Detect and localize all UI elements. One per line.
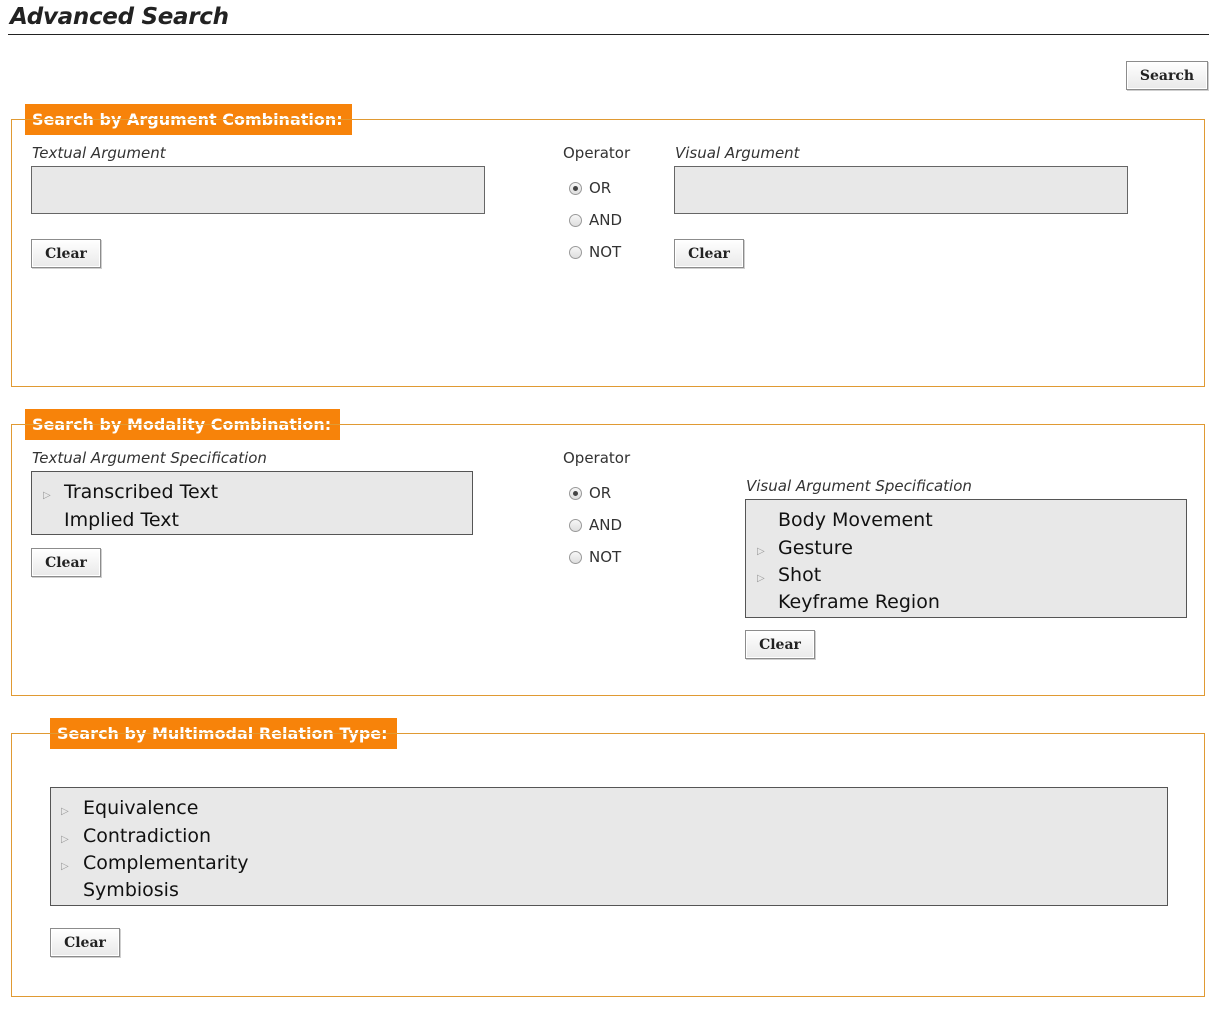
tree-item-label: Transcribed Text: [64, 481, 219, 503]
triangle-right-icon[interactable]: ▷: [757, 546, 765, 557]
triangle-right-icon[interactable]: ▷: [61, 861, 69, 872]
radio-icon: [569, 245, 582, 259]
clear-textual-specification-button[interactable]: Clear: [31, 548, 101, 577]
tree-item-label: Gesture: [778, 537, 853, 559]
visual-specification-label: Visual Argument Specification: [746, 477, 972, 495]
visual-argument-input[interactable]: [674, 166, 1128, 214]
clear-visual-specification-button[interactable]: Clear: [745, 630, 815, 659]
visual-specification-tree: Body Movement ▷ Gesture ▷ Shot Keyframe …: [745, 499, 1187, 618]
textual-argument-label: Textual Argument: [32, 144, 166, 162]
tree-item-label: Complementarity: [83, 852, 249, 874]
textual-argument-input[interactable]: [31, 166, 485, 214]
radio-icon: [569, 518, 582, 532]
tree-item-label: Keyframe Region: [778, 591, 940, 613]
modality-operator-radio-not[interactable]: NOT: [569, 548, 621, 566]
page-title: Advanced Search: [10, 4, 229, 30]
operator-option-label: NOT: [589, 243, 622, 261]
triangle-right-icon[interactable]: ▷: [61, 806, 69, 817]
operator-radio-and[interactable]: AND: [569, 211, 622, 229]
radio-checked-icon: [569, 486, 582, 500]
operator-label: Operator: [563, 144, 631, 162]
title-divider: [8, 34, 1209, 35]
clear-relation-type-button[interactable]: Clear: [50, 928, 120, 957]
radio-checked-icon: [569, 181, 582, 195]
tree-item-label: Implied Text: [64, 509, 179, 531]
triangle-right-icon[interactable]: ▷: [43, 490, 51, 501]
tree-item-label: Symbiosis: [83, 879, 179, 901]
modality-operator-radio-or[interactable]: OR: [569, 484, 611, 502]
operator-option-label: NOT: [589, 548, 622, 566]
tree-item-label: Shot: [778, 564, 822, 586]
relation-type-tree: ▷ Equivalence ▷ Contradiction ▷ Compleme…: [50, 787, 1168, 906]
triangle-right-icon[interactable]: ▷: [757, 573, 765, 584]
radio-icon: [569, 550, 582, 564]
tree-item-label: Equivalence: [83, 797, 199, 819]
visual-argument-label: Visual Argument: [675, 144, 800, 162]
clear-visual-argument-button[interactable]: Clear: [674, 239, 744, 268]
operator-label: Operator: [563, 449, 631, 467]
radio-icon: [569, 213, 582, 227]
operator-radio-or[interactable]: OR: [569, 179, 611, 197]
modality-operator-radio-and[interactable]: AND: [569, 516, 622, 534]
search-button[interactable]: Search: [1126, 61, 1208, 90]
operator-option-label: AND: [589, 211, 623, 229]
triangle-right-icon[interactable]: ▷: [61, 834, 69, 845]
operator-option-label: AND: [589, 516, 623, 534]
textual-specification-tree: ▷ Transcribed Text Implied Text: [31, 471, 473, 535]
operator-option-label: OR: [589, 484, 612, 502]
operator-radio-not[interactable]: NOT: [569, 243, 621, 261]
tree-item-label: Body Movement: [778, 509, 933, 531]
clear-textual-argument-button[interactable]: Clear: [31, 239, 101, 268]
textual-specification-label: Textual Argument Specification: [32, 449, 267, 467]
operator-option-label: OR: [589, 179, 612, 197]
tree-item-label: Contradiction: [83, 825, 212, 847]
